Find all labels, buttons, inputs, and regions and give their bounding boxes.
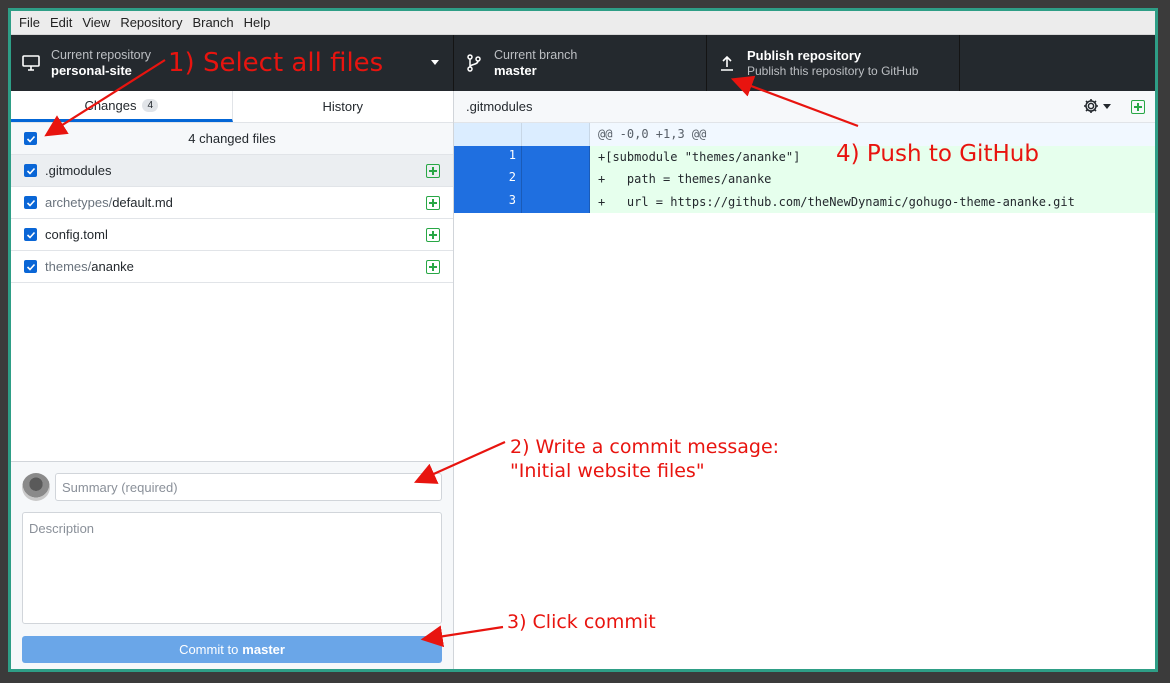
annotation-step2-line2: "Initial website files" xyxy=(510,460,705,482)
file-checkbox[interactable] xyxy=(24,228,37,241)
tab-changes[interactable]: Changes 4 xyxy=(11,91,233,122)
commit-button[interactable]: Commit to master xyxy=(22,636,442,663)
file-name: themes/ananke xyxy=(45,259,134,274)
file-added-icon xyxy=(426,228,440,242)
file-added-icon xyxy=(426,164,440,178)
menu-file[interactable]: File xyxy=(14,15,45,30)
commit-button-branch: master xyxy=(242,642,285,657)
publish-subtitle: Publish this repository to GitHub xyxy=(747,63,919,78)
hunk-header: @@ -0,0 +1,3 @@ xyxy=(454,123,1155,146)
branch-name: master xyxy=(494,62,537,78)
computer-icon xyxy=(21,53,41,73)
description-input[interactable] xyxy=(22,512,442,624)
file-name: config.toml xyxy=(45,227,108,242)
chevron-down-icon xyxy=(431,60,439,65)
line-text: + path = themes/ananke xyxy=(598,172,772,187)
file-added-icon xyxy=(426,260,440,274)
diff-line[interactable]: 3 + url = https://github.com/theNewDynam… xyxy=(454,190,1155,213)
line-number: 1 xyxy=(454,145,522,168)
changed-files-header: 4 changed files xyxy=(11,123,453,155)
diff-panel: .gitmodules @@ -0,0 +1,3 @@ 1 +[submodul… xyxy=(454,91,1155,669)
repo-name: personal-site xyxy=(51,62,132,78)
upload-icon xyxy=(717,53,737,73)
menu-help[interactable]: Help xyxy=(239,15,276,30)
summary-input[interactable] xyxy=(55,473,442,501)
diff-file-name: .gitmodules xyxy=(466,99,533,114)
line-number: 3 xyxy=(454,190,522,213)
file-row[interactable]: archetypes/default.md xyxy=(11,187,453,219)
file-added-icon xyxy=(426,196,440,210)
diff-content: @@ -0,0 +1,3 @@ 1 +[submodule "themes/an… xyxy=(454,123,1155,213)
branch-icon xyxy=(464,53,484,73)
tab-history-label: History xyxy=(322,99,363,114)
avatar xyxy=(22,473,50,501)
annotation-step3: 3) Click commit xyxy=(507,611,656,633)
repo-label: Current repository xyxy=(51,47,152,62)
sidebar-tabs: Changes 4 History xyxy=(11,91,453,123)
menu-bar: File Edit View Repository Branch Help xyxy=(11,11,1155,35)
line-text: + url = https://github.com/theNewDynamic… xyxy=(598,194,1075,209)
menu-view[interactable]: View xyxy=(77,15,115,30)
file-row[interactable]: themes/ananke xyxy=(11,251,453,283)
diff-line[interactable]: 2 + path = themes/ananke xyxy=(454,168,1155,191)
changes-sidebar: Changes 4 History 4 changed files .gitmo… xyxy=(11,91,454,669)
tab-history[interactable]: History xyxy=(233,91,454,122)
annotation-step1: 1) Select all files xyxy=(168,48,384,78)
file-checkbox[interactable] xyxy=(24,196,37,209)
line-number: 2 xyxy=(454,168,522,191)
branch-label: Current branch xyxy=(494,47,578,62)
menu-edit[interactable]: Edit xyxy=(45,15,77,30)
hunk-text: @@ -0,0 +1,3 @@ xyxy=(598,127,707,142)
select-all-checkbox[interactable] xyxy=(24,132,37,145)
menu-repository[interactable]: Repository xyxy=(115,15,187,30)
publish-repository-button[interactable]: Publish repository Publish this reposito… xyxy=(707,35,960,91)
annotation-step2-line1: 2) Write a commit message: xyxy=(510,436,780,458)
diff-options-button[interactable] xyxy=(1083,98,1111,114)
file-name: archetypes/default.md xyxy=(45,195,173,210)
menu-branch[interactable]: Branch xyxy=(187,15,238,30)
publish-title: Publish repository xyxy=(747,47,862,63)
file-name: .gitmodules xyxy=(45,163,112,178)
add-file-icon xyxy=(1131,100,1145,114)
diff-header: .gitmodules xyxy=(454,91,1155,123)
diff-line[interactable]: 1 +[submodule "themes/ananke"] xyxy=(454,145,1155,168)
file-row[interactable]: .gitmodules xyxy=(11,155,453,187)
changed-files-count: 4 changed files xyxy=(188,131,276,146)
app-window: File Edit View Repository Branch Help Cu… xyxy=(8,8,1158,672)
line-text: +[submodule "themes/ananke"] xyxy=(598,149,801,164)
file-checkbox[interactable] xyxy=(24,164,37,177)
annotation-step4: 4) Push to GitHub xyxy=(836,141,1039,167)
tab-changes-label: Changes xyxy=(84,97,137,113)
file-row[interactable]: config.toml xyxy=(11,219,453,251)
current-branch-button[interactable]: Current branch master xyxy=(454,35,707,91)
chevron-down-icon xyxy=(1103,103,1111,109)
file-checkbox[interactable] xyxy=(24,260,37,273)
commit-button-prefix: Commit to xyxy=(179,642,239,657)
gear-icon xyxy=(1084,99,1098,113)
commit-panel: Commit tomaster xyxy=(11,461,453,669)
changes-count-badge: 4 xyxy=(142,98,159,112)
